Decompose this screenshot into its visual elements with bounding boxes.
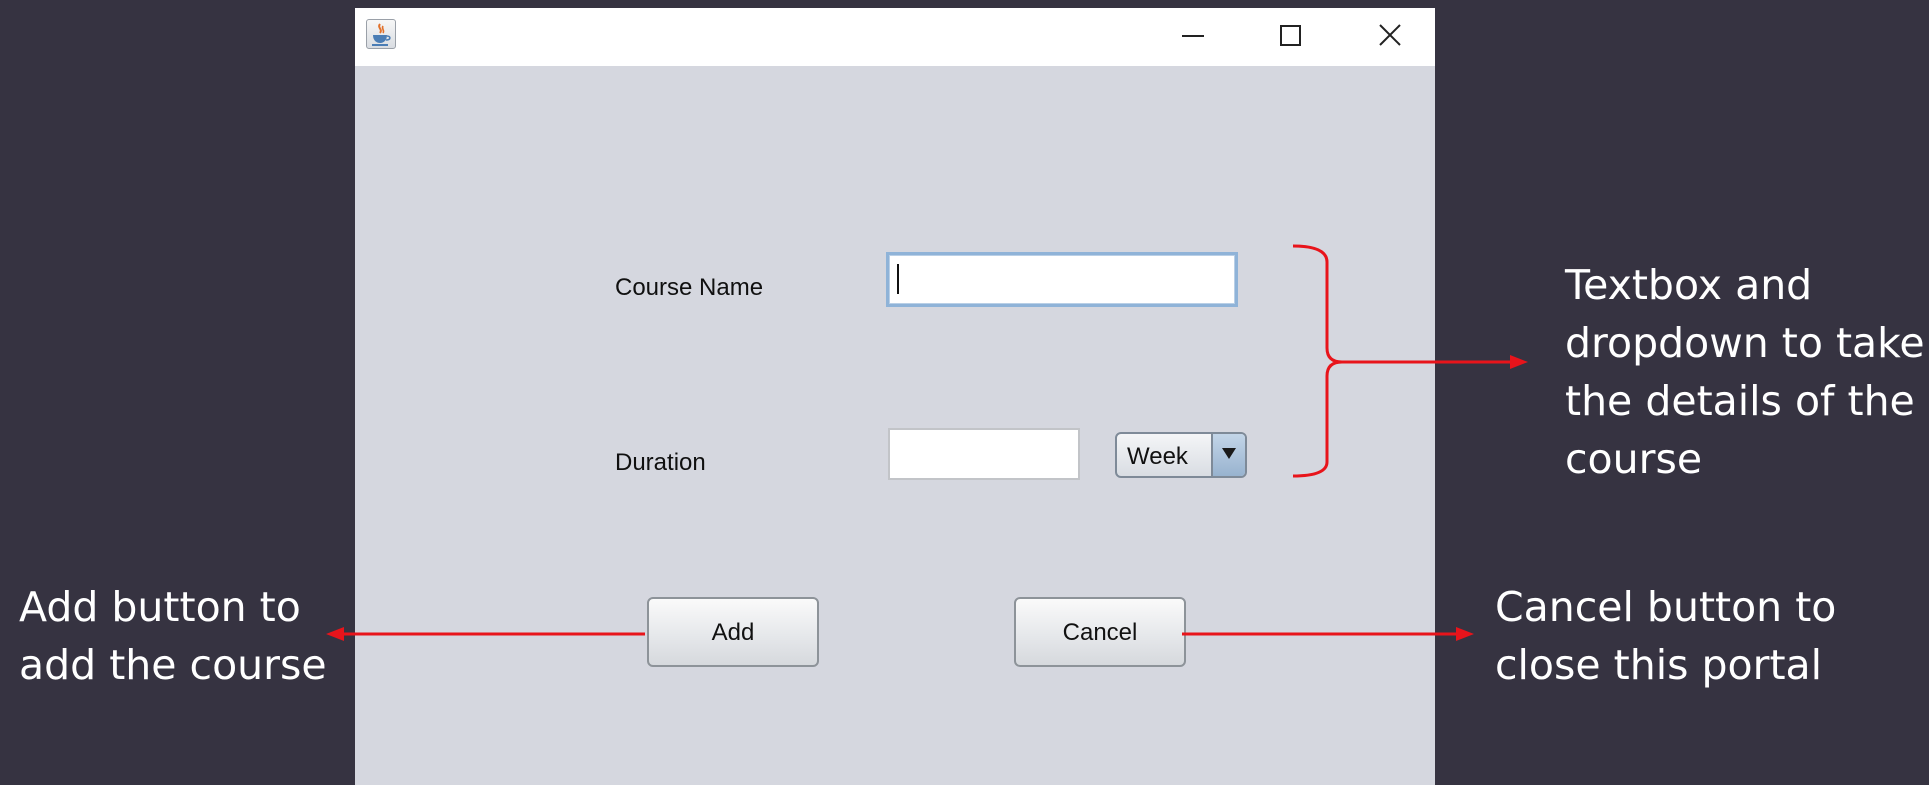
fields-annotation: Textbox and dropdown to take the details… — [1565, 256, 1925, 488]
fields-annotation-line: dropdown to take — [1565, 319, 1925, 367]
fields-arrow-head — [1510, 355, 1528, 369]
fields-annotation-line: course — [1565, 435, 1703, 483]
fields-annotation-line: the details of the — [1565, 377, 1915, 425]
cancel-arrow-head — [1456, 627, 1474, 641]
cancel-annotation: Cancel button to close this portal — [1495, 578, 1836, 694]
add-annotation-line: Add button to — [19, 583, 301, 631]
fields-bracket — [1292, 244, 1343, 478]
add-annotation: Add button to add the course — [19, 578, 327, 694]
add-arrow-head — [326, 627, 344, 641]
cancel-annotation-line: Cancel button to — [1495, 583, 1837, 631]
fields-annotation-line: Textbox and — [1565, 261, 1813, 309]
add-annotation-line: add the course — [19, 641, 327, 689]
cancel-annotation-line: close this portal — [1495, 641, 1823, 689]
